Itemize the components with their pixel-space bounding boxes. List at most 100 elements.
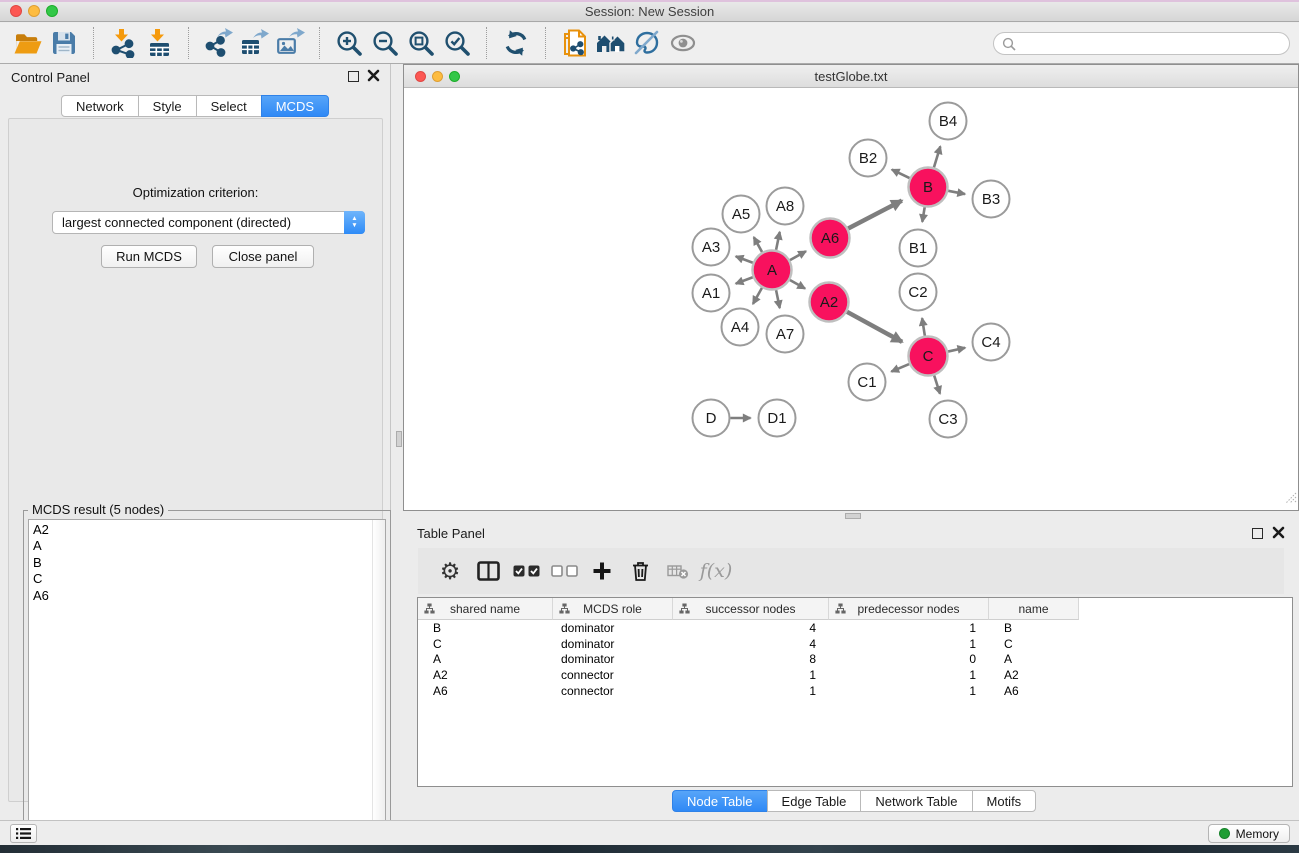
- node-B2[interactable]: B2: [850, 140, 887, 177]
- table-tab-node-table[interactable]: Node Table: [672, 790, 768, 812]
- network-canvas[interactable]: B4B2BB3A8A5A6A3B1AC2A1A2A4A7C4CC1C3DD1: [404, 88, 1298, 510]
- tab-mcds[interactable]: MCDS: [261, 95, 329, 117]
- close-panel-button[interactable]: Close panel: [212, 245, 314, 268]
- task-history-button[interactable]: [10, 824, 37, 843]
- mcds-result-item[interactable]: A6: [29, 588, 385, 604]
- table-row[interactable]: Adominator80A: [418, 652, 1292, 668]
- vertical-split-handle[interactable]: [396, 431, 402, 447]
- float-panel-icon[interactable]: [1252, 528, 1263, 539]
- table-row[interactable]: A6connector11A6: [418, 683, 1292, 699]
- zoom-out-icon[interactable]: [367, 26, 403, 60]
- edge-B-B2[interactable]: [892, 170, 910, 179]
- table-tab-motifs[interactable]: Motifs: [972, 790, 1037, 812]
- node-C3[interactable]: C3: [930, 401, 967, 438]
- split-columns-icon[interactable]: [469, 553, 507, 589]
- node-B4[interactable]: B4: [930, 103, 967, 140]
- edge-C-C2[interactable]: [922, 318, 925, 336]
- node-A1[interactable]: A1: [693, 275, 730, 312]
- table-row[interactable]: Bdominator41B: [418, 620, 1292, 636]
- edge-C-C4[interactable]: [948, 348, 965, 352]
- zoom-fit-icon[interactable]: [403, 26, 439, 60]
- export-network-icon[interactable]: [200, 26, 236, 60]
- table-row[interactable]: Cdominator41C: [418, 636, 1292, 652]
- table-row[interactable]: A2connector11A2: [418, 667, 1292, 683]
- zoom-in-icon[interactable]: [331, 26, 367, 60]
- mcds-result-list[interactable]: A2ABCA6: [28, 519, 386, 843]
- select-all-checkboxes-icon[interactable]: [507, 553, 545, 589]
- search-input[interactable]: [1021, 36, 1281, 51]
- node-A3[interactable]: A3: [693, 229, 730, 266]
- node-B1[interactable]: B1: [900, 230, 937, 267]
- table-tab-edge-table[interactable]: Edge Table: [767, 790, 862, 812]
- node-A7[interactable]: A7: [767, 316, 804, 353]
- node-C[interactable]: C: [909, 337, 948, 376]
- scrollbar-track[interactable]: [372, 520, 385, 842]
- zoom-selected-icon[interactable]: [439, 26, 475, 60]
- horizontal-split-handle[interactable]: [845, 513, 861, 519]
- deselect-all-checkboxes-icon[interactable]: [545, 553, 583, 589]
- import-table-icon[interactable]: [141, 26, 177, 60]
- node-B[interactable]: B: [909, 168, 948, 207]
- node-B3[interactable]: B3: [973, 181, 1010, 218]
- export-image-icon[interactable]: [272, 26, 308, 60]
- node-C4[interactable]: C4: [973, 324, 1010, 361]
- tab-style[interactable]: Style: [138, 95, 197, 117]
- edge-A-A7[interactable]: [776, 290, 780, 308]
- edge-C-C1[interactable]: [891, 364, 909, 372]
- float-panel-icon[interactable]: [348, 71, 359, 82]
- node-A6[interactable]: A6: [811, 219, 850, 258]
- criterion-dropdown[interactable]: largest connected component (directed) ▲…: [52, 211, 365, 234]
- column-header-name[interactable]: name: [989, 598, 1079, 620]
- open-session-icon[interactable]: [10, 26, 46, 60]
- edge-A-A2[interactable]: [790, 280, 805, 289]
- edge-A-A3[interactable]: [736, 256, 753, 262]
- mcds-result-item[interactable]: A2: [29, 520, 385, 538]
- edge-B-B3[interactable]: [948, 191, 965, 194]
- edge-A-A6[interactable]: [790, 251, 806, 260]
- edge-A-A5[interactable]: [754, 237, 762, 252]
- delete-table-icon[interactable]: [659, 553, 697, 589]
- window-resize-grip[interactable]: [1283, 490, 1297, 509]
- tab-network[interactable]: Network: [61, 95, 139, 117]
- node-A8[interactable]: A8: [767, 188, 804, 225]
- tab-select[interactable]: Select: [196, 95, 262, 117]
- node-C2[interactable]: C2: [900, 274, 937, 311]
- function-builder-icon[interactable]: f(x): [697, 553, 735, 589]
- edge-A6-B[interactable]: [848, 201, 902, 229]
- edge-B-B4[interactable]: [934, 146, 940, 167]
- node-table[interactable]: shared nameMCDS rolesuccessor nodesprede…: [417, 597, 1293, 787]
- column-header-successor-nodes[interactable]: successor nodes: [673, 598, 829, 620]
- mcds-result-item[interactable]: C: [29, 571, 385, 587]
- show-hide-graphics-details-icon[interactable]: [629, 26, 665, 60]
- eye-icon[interactable]: [665, 26, 701, 60]
- edge-A-A8[interactable]: [776, 232, 780, 250]
- node-A[interactable]: A: [753, 251, 792, 290]
- home-view-icon[interactable]: [593, 26, 629, 60]
- new-network-from-selection-icon[interactable]: [557, 26, 593, 60]
- node-A5[interactable]: A5: [723, 196, 760, 233]
- gear-icon[interactable]: ⚙: [431, 553, 469, 589]
- node-A2[interactable]: A2: [810, 283, 849, 322]
- run-mcds-button[interactable]: Run MCDS: [101, 245, 197, 268]
- delete-row-icon[interactable]: [621, 553, 659, 589]
- column-header-mcds-role[interactable]: MCDS role: [553, 598, 673, 620]
- edge-B-B1[interactable]: [922, 207, 924, 222]
- save-session-icon[interactable]: [46, 26, 82, 60]
- add-row-icon[interactable]: [583, 553, 621, 589]
- table-tab-network-table[interactable]: Network Table: [860, 790, 972, 812]
- close-panel-icon[interactable]: [1272, 526, 1285, 539]
- mcds-result-item[interactable]: B: [29, 555, 385, 571]
- edge-A-A1[interactable]: [736, 277, 753, 283]
- node-D1[interactable]: D1: [759, 400, 796, 437]
- edge-A2-C[interactable]: [847, 312, 902, 342]
- import-network-icon[interactable]: [105, 26, 141, 60]
- node-C1[interactable]: C1: [849, 364, 886, 401]
- edge-C-C3[interactable]: [934, 376, 940, 394]
- refresh-icon[interactable]: [498, 26, 534, 60]
- mcds-result-item[interactable]: A: [29, 538, 385, 554]
- column-header-shared-name[interactable]: shared name: [418, 598, 553, 620]
- memory-button[interactable]: Memory: [1208, 824, 1290, 843]
- close-panel-icon[interactable]: [367, 69, 380, 82]
- export-table-icon[interactable]: [236, 26, 272, 60]
- node-A4[interactable]: A4: [722, 309, 759, 346]
